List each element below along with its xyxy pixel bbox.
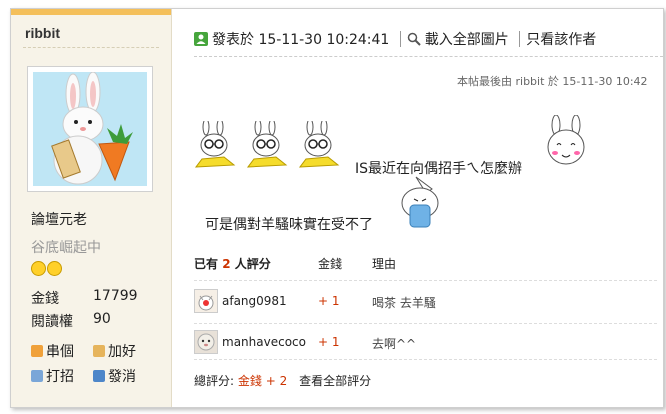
bunny-emoticons-group xyxy=(194,121,340,168)
action-label: 串個 xyxy=(46,344,74,360)
posted-label: 發表於 xyxy=(212,32,254,48)
sad-crying-emoticon xyxy=(401,176,439,228)
posted-time: 15-11-30 10:24:41 xyxy=(258,32,390,48)
author-sidebar: ribbit 論壇元老 谷底崛起中 金錢 17799 閱讀權 90 串個 加好 … xyxy=(11,9,172,407)
smiley-icon xyxy=(31,261,46,276)
avatar[interactable] xyxy=(27,66,153,192)
action-add-friend-link[interactable]: 加好 xyxy=(93,341,136,361)
rater-avatar[interactable] xyxy=(194,289,218,313)
rating-col-money: 金錢 xyxy=(318,257,343,271)
view-all-ratings-link[interactable]: 查看全部評分 xyxy=(299,374,371,388)
divider xyxy=(399,31,401,47)
stat-label: 閱讀權 xyxy=(31,314,73,330)
rabbit-avatar-image xyxy=(33,72,147,186)
user-title: 谷底崛起中 xyxy=(31,240,101,256)
summary-label: 總評分: xyxy=(194,374,235,388)
rabbit-carrot-illustration xyxy=(33,72,147,186)
divider xyxy=(194,323,657,324)
post-header: 發表於 15-11-30 10:24:41 載入全部圖片 只看該作者 xyxy=(194,29,596,49)
smiley-icon xyxy=(47,261,62,276)
stat-value: 17799 xyxy=(93,288,138,304)
divider xyxy=(23,47,159,48)
magnifier-icon xyxy=(407,32,421,46)
rating-header-suffix: 人評分 xyxy=(234,257,271,271)
post-text-line-2: 可是偶對羊騷味實在受不了 xyxy=(205,217,373,233)
user-rank: 論壇元老 xyxy=(31,212,87,228)
edited-note: 本帖最後由 ribbit 於 15-11-30 10:42 xyxy=(457,75,648,88)
rating-money: + 1 xyxy=(318,294,340,308)
divider xyxy=(194,280,657,281)
rating-count: 2 xyxy=(222,257,231,271)
rank-smileys xyxy=(31,261,63,280)
home-icon xyxy=(31,345,43,357)
rating-col-reason: 理由 xyxy=(372,257,397,271)
action-label: 發消 xyxy=(108,369,136,385)
rater-name-link[interactable]: manhavecoco xyxy=(222,335,306,349)
summary-value: + 2 xyxy=(265,374,288,388)
author-only-link[interactable]: 只看該作者 xyxy=(526,32,596,48)
header-divider xyxy=(194,56,663,57)
stat-value: 90 xyxy=(93,311,111,327)
action-label: 加好 xyxy=(108,344,136,360)
action-message-link[interactable]: 發消 xyxy=(93,366,136,386)
greet-icon xyxy=(31,370,43,382)
stat-read-permission: 閱讀權 90 xyxy=(31,311,111,331)
summary-item: 金錢 xyxy=(237,374,262,388)
rating-reason: 喝茶 去羊騷 xyxy=(372,296,436,310)
divider xyxy=(519,31,521,47)
author-name[interactable]: ribbit xyxy=(11,15,171,47)
online-user-icon xyxy=(194,32,208,46)
stat-money: 金錢 17799 xyxy=(31,288,138,308)
load-images-link[interactable]: 載入全部圖片 xyxy=(407,32,509,48)
rating-header-title: 已有 2 人評分 xyxy=(194,255,271,272)
stat-label: 金錢 xyxy=(31,291,59,307)
bunny-emoticon xyxy=(194,121,236,168)
rating-money: + 1 xyxy=(318,335,340,349)
post-frame: ribbit 論壇元老 谷底崛起中 金錢 17799 閱讀權 90 串個 加好 … xyxy=(10,8,664,408)
handshake-icon xyxy=(93,345,105,357)
action-greet-link[interactable]: 打招 xyxy=(31,366,74,386)
rating-reason: 去啊^^ xyxy=(372,337,417,351)
rating-summary: 總評分: 金錢 + 2 查看全部評分 xyxy=(194,372,371,389)
action-profile-link[interactable]: 串個 xyxy=(31,341,74,361)
mail-icon xyxy=(93,370,105,382)
divider xyxy=(194,359,657,360)
bunny-emoticon xyxy=(298,121,340,168)
post-content: 發表於 15-11-30 10:24:41 載入全部圖片 只看該作者 本帖最後由… xyxy=(172,9,663,407)
rater-avatar[interactable] xyxy=(194,330,218,354)
bunny-emoticon xyxy=(246,121,288,168)
rater-name-link[interactable]: afang0981 xyxy=(222,294,287,308)
action-label: 打招 xyxy=(46,369,74,385)
rating-header-prefix: 已有 xyxy=(194,257,219,271)
load-images-label: 載入全部圖片 xyxy=(424,32,509,48)
blushing-bunny-emoticon xyxy=(547,115,585,165)
